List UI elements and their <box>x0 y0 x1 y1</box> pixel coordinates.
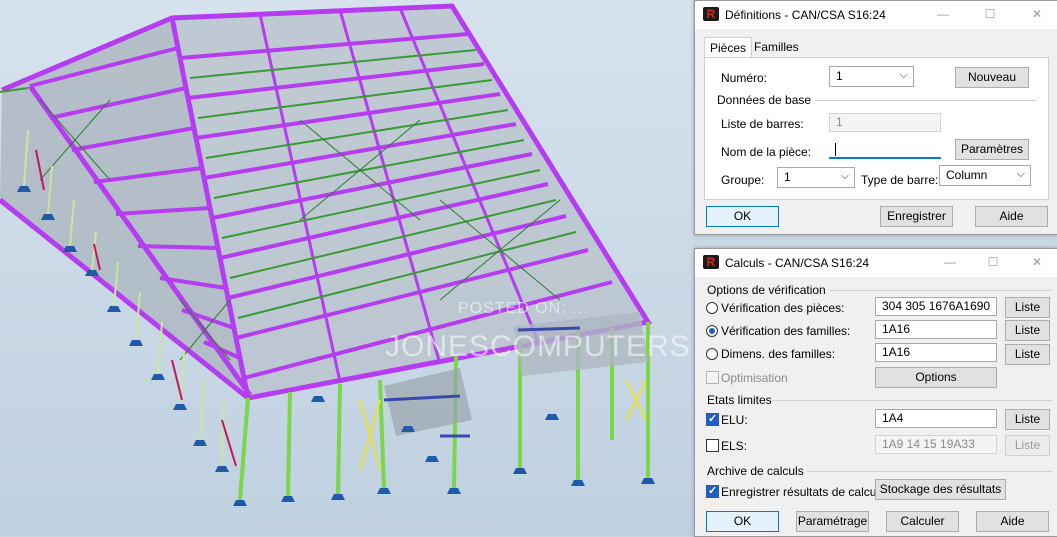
watermark-brand: JONESCOMPUTERS <box>385 330 691 363</box>
els-label: ELS: <box>721 439 748 453</box>
verif-pieces-radio[interactable] <box>706 302 718 314</box>
dimens-liste-button[interactable]: Liste <box>1005 344 1050 365</box>
optimisation-checkbox[interactable] <box>706 371 719 384</box>
group-divider <box>815 100 1037 101</box>
els-liste-button[interactable]: Liste <box>1005 435 1050 456</box>
minimize-icon[interactable]: — <box>940 253 960 271</box>
groupe-value: 1 <box>784 170 791 184</box>
elu-input[interactable]: 1A4 <box>875 409 997 428</box>
elu-label: ELU: <box>721 413 748 427</box>
definitions-ok-button[interactable]: OK <box>706 206 779 227</box>
numero-label: Numéro: <box>721 71 768 85</box>
enregistrer-resultats-checkbox[interactable] <box>706 484 719 498</box>
definitions-dialog: R Définitions - CAN/CSA S16:24 — ☐ ✕ Piè… <box>694 0 1057 235</box>
watermark-posted: POSTED ON: ... <box>458 300 589 317</box>
calculs-aide-button[interactable]: Aide <box>976 511 1049 532</box>
chevron-down-icon: ⌵ <box>899 69 908 81</box>
pieces-tab-panel: Numéro: 1 ⌵ Nouveau Données de base List… <box>704 57 1049 200</box>
groupe-select[interactable]: 1 ⌵ <box>777 167 855 188</box>
verif-familles-liste-button[interactable]: Liste <box>1005 320 1050 341</box>
nom-piece-label: Nom de la pièce: <box>721 145 812 159</box>
calculer-button[interactable]: Calculer <box>886 511 959 532</box>
type-barre-select[interactable]: Column ⌵ <box>939 165 1031 186</box>
calculs-titlebar[interactable]: R Calculs - CAN/CSA S16:24 — ☐ ✕ <box>695 249 1057 277</box>
minimize-icon[interactable]: — <box>933 5 953 23</box>
elu-checkbox[interactable] <box>706 412 719 426</box>
els-input[interactable]: 1A9 14 15 19A33 <box>875 435 997 454</box>
verif-pieces-liste-button[interactable]: Liste <box>1005 297 1050 318</box>
group-divider <box>830 290 1052 291</box>
definitions-titlebar[interactable]: R Définitions - CAN/CSA S16:24 — ☐ ✕ <box>695 1 1057 29</box>
verif-familles-input[interactable]: 1A16 <box>875 320 997 339</box>
groupe-label: Groupe: <box>721 173 765 187</box>
tab-familles[interactable]: Familles <box>749 37 804 57</box>
parametres-button[interactable]: Paramètres <box>955 139 1029 160</box>
maximize-icon[interactable]: ☐ <box>980 5 1000 23</box>
stockage-resultats-button[interactable]: Stockage des résultats <box>875 479 1006 500</box>
close-icon[interactable]: ✕ <box>1027 253 1047 271</box>
dimens-familles-radio[interactable] <box>706 348 718 360</box>
close-icon[interactable]: ✕ <box>1027 5 1047 23</box>
enregistrer-resultats-label: Enregistrer résultats de calculs <box>721 485 886 499</box>
nom-piece-input[interactable] <box>829 140 941 159</box>
liste-barres-label: Liste de barres: <box>721 117 804 131</box>
dimens-familles-label: Dimens. des familles: <box>721 347 836 361</box>
verif-pieces-input[interactable]: 304 305 1676A1690 <box>875 297 997 316</box>
elu-liste-button[interactable]: Liste <box>1005 409 1050 430</box>
nouveau-button[interactable]: Nouveau <box>955 67 1029 88</box>
archive-calculs-group-label: Archive de calculs <box>707 464 804 478</box>
robot-app-icon: R <box>703 255 719 269</box>
numero-select[interactable]: 1 ⌵ <box>829 66 914 87</box>
etats-limites-group-label: Etats limites <box>707 393 772 407</box>
verif-pieces-label: Vérification des pièces: <box>721 301 845 315</box>
verif-familles-label: Vérification des familles: <box>721 324 851 338</box>
maximize-icon[interactable]: ☐ <box>983 253 1003 271</box>
donnees-de-base-group-label: Données de base <box>717 93 812 107</box>
optimisation-label: Optimisation <box>721 371 788 385</box>
numero-value: 1 <box>836 69 843 83</box>
type-barre-label: Type de barre: <box>861 173 939 187</box>
parametrage-button[interactable]: Paramétrage <box>796 511 869 532</box>
calculs-dialog: R Calculs - CAN/CSA S16:24 — ☐ ✕ Options… <box>694 248 1057 537</box>
definitions-title: Définitions - CAN/CSA S16:24 <box>725 8 886 22</box>
structure-3d-viewport[interactable]: POSTED ON: ... JONESCOMPUTERS <box>0 0 693 536</box>
calculs-title: Calculs - CAN/CSA S16:24 <box>725 256 870 270</box>
structure-model <box>0 3 655 506</box>
group-divider <box>771 400 1052 401</box>
chevron-down-icon: ⌵ <box>1016 168 1025 180</box>
calculs-ok-button[interactable]: OK <box>706 511 779 532</box>
options-button[interactable]: Options <box>875 367 997 388</box>
text-caret <box>835 143 836 156</box>
tab-pieces[interactable]: Pièces <box>704 37 753 58</box>
dimens-familles-input[interactable]: 1A16 <box>875 343 997 362</box>
robot-app-icon: R <box>703 7 719 21</box>
definitions-aide-button[interactable]: Aide <box>975 206 1048 227</box>
chevron-down-icon: ⌵ <box>840 170 849 182</box>
options-verification-group-label: Options de vérification <box>707 283 826 297</box>
type-barre-value: Column <box>946 168 988 182</box>
verif-familles-radio[interactable] <box>706 325 718 337</box>
group-divider <box>807 471 1052 472</box>
enregistrer-button[interactable]: Enregistrer <box>880 206 953 227</box>
els-checkbox[interactable] <box>706 439 719 452</box>
liste-barres-input[interactable]: 1 <box>829 113 941 132</box>
